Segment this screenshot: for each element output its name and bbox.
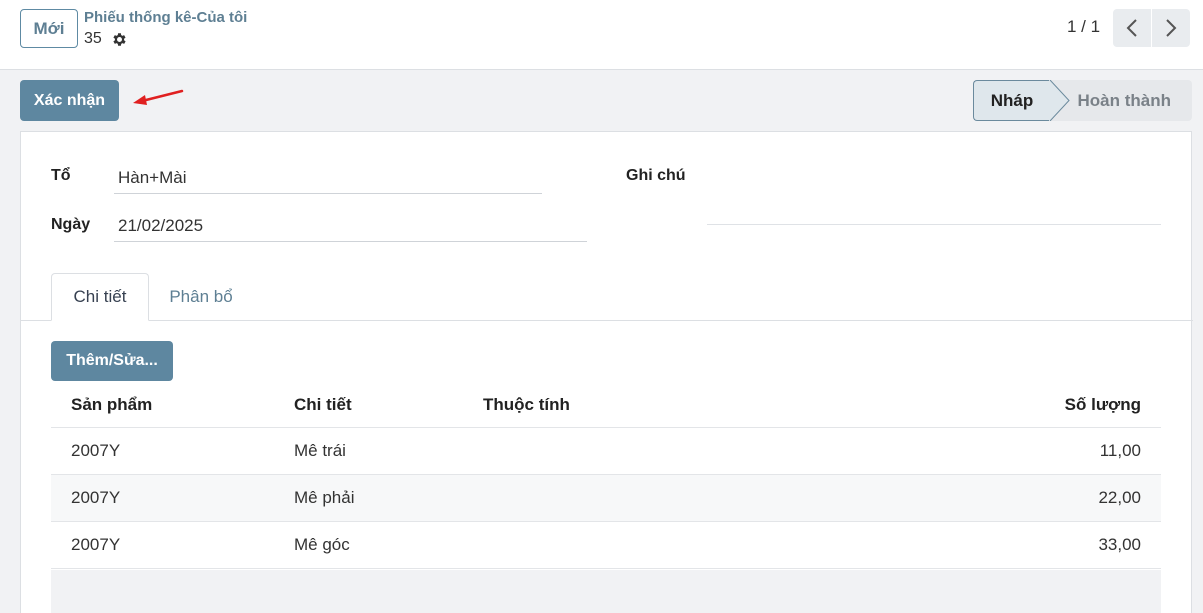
form-sheet: Tổ Hàn+Mài Ngày 21/02/2025 Ghi chú Chi t… (20, 131, 1193, 613)
field-date[interactable]: 21/02/2025 (114, 214, 587, 242)
tab-allocation[interactable]: Phân bổ (149, 273, 253, 321)
tab-detail[interactable]: Chi tiết (51, 273, 149, 321)
confirm-button[interactable]: Xác nhận (20, 80, 119, 121)
control-panel: Mới Phiếu thống kê-Của tôi 35 1 / 1 (0, 0, 1203, 70)
table-header: Sản phẩm Chi tiết Thuộc tính Số lượng (51, 382, 1161, 428)
cell-product: 2007Y (71, 488, 121, 507)
header-attribute[interactable]: Thuộc tính (483, 382, 570, 427)
add-edit-button[interactable]: Thêm/Sửa... (51, 341, 173, 381)
chevron-right-icon (1166, 19, 1177, 37)
record-id: 35 (84, 30, 102, 47)
status-draft[interactable]: Nháp (973, 80, 1050, 121)
annotation-arrow (133, 89, 184, 105)
cell-detail: Mê phải (294, 488, 355, 507)
table-empty-area (51, 570, 1161, 613)
status-separator (1049, 80, 1070, 121)
new-button[interactable]: Mới (20, 9, 78, 48)
gear-icon[interactable] (111, 31, 128, 48)
table-row[interactable]: 2007Y Mê góc 33,00 (51, 522, 1161, 569)
pager-previous-button[interactable] (1113, 9, 1151, 47)
header-quantity[interactable]: Số lượng (1065, 382, 1141, 427)
cell-product: 2007Y (71, 535, 121, 554)
pager-value[interactable]: 1 / 1 (1067, 17, 1100, 37)
cell-quantity: 11,00 (1099, 441, 1141, 460)
cell-detail: Mê trái (294, 441, 346, 460)
header-product[interactable]: Sản phẩm (71, 382, 152, 427)
header-detail[interactable]: Chi tiết (294, 382, 352, 427)
status-done[interactable]: Hoàn thành (1050, 80, 1192, 121)
pager-next-button[interactable] (1152, 9, 1190, 47)
field-note[interactable] (707, 224, 1161, 225)
field-label-note: Ghi chú (626, 167, 686, 184)
table-row[interactable]: 2007Y Mê trái 11,00 (51, 428, 1161, 475)
chevron-left-icon (1126, 19, 1137, 37)
cell-product: 2007Y (71, 441, 121, 460)
breadcrumb-link[interactable]: Phiếu thống kê-Của tôi (84, 9, 247, 26)
status-bar: Nháp Hoàn thành (973, 80, 1192, 121)
cell-quantity: 33,00 (1098, 535, 1141, 554)
field-to[interactable]: Hàn+Mài (114, 166, 542, 194)
cell-detail: Mê góc (294, 535, 350, 554)
table-row[interactable]: 2007Y Mê phải 22,00 (51, 475, 1161, 522)
detail-table: Sản phẩm Chi tiết Thuộc tính Số lượng 20… (51, 382, 1161, 569)
field-label-date: Ngày (51, 216, 91, 233)
cell-quantity: 22,00 (1098, 488, 1141, 507)
field-label-to: Tổ (51, 167, 71, 184)
